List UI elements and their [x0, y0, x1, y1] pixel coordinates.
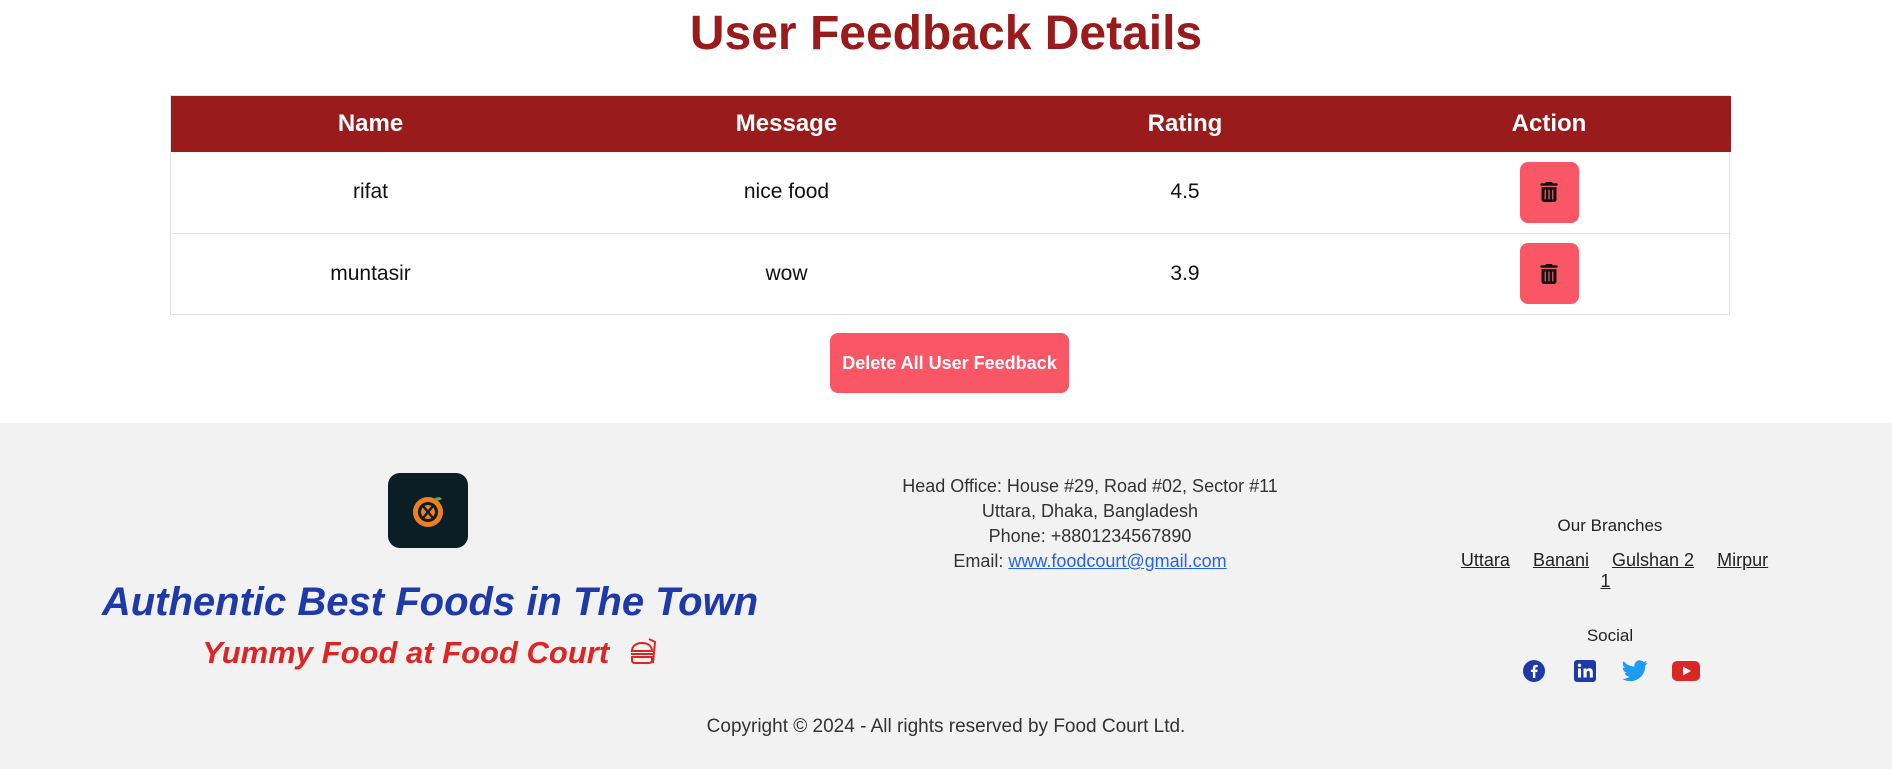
phone: Phone: +8801234567890	[988, 526, 1192, 546]
table-header: Name Message Rating Action	[171, 96, 1731, 152]
header-action: Action	[1511, 110, 1587, 137]
delete-feedback-button[interactable]	[1519, 161, 1579, 223]
social-title: Social	[1586, 626, 1634, 645]
subtagline: Yummy Food at Food Court	[202, 635, 610, 670]
linkedin-icon[interactable]	[1571, 657, 1599, 685]
cell-name: rifat	[352, 180, 388, 204]
subtagline-row: Yummy Food at Food Court	[0, 633, 860, 673]
cell-message: wow	[765, 261, 808, 285]
delete-feedback-button[interactable]	[1519, 243, 1579, 305]
table-row: muntasir wow 3.9	[171, 233, 1731, 314]
email-label: Email:	[953, 551, 1009, 571]
fast-food-icon	[630, 638, 656, 664]
branch-link-banani[interactable]: Banani	[1533, 550, 1589, 570]
cell-action	[1367, 152, 1731, 233]
cell-message: nice food	[743, 180, 830, 204]
table-row: rifat nice food 4.5	[171, 152, 1731, 233]
cell-rating: 4.5	[1170, 180, 1200, 204]
feedback-table: Name Message Rating Action rifat nice fo…	[170, 95, 1731, 315]
address-line-2: Uttara, Dhaka, Bangladesh	[981, 501, 1199, 521]
copyright: Copyright © 2024 - All rights reserved b…	[706, 716, 1186, 737]
tagline: Authentic Best Foods in The Town	[101, 580, 759, 624]
header-message: Message	[735, 110, 838, 137]
header-rating: Rating	[1147, 110, 1223, 137]
delete-all-feedback-button[interactable]: Delete All User Feedback	[830, 333, 1069, 393]
branches-list: Uttara Banani Gulshan 2 Mirpur 1	[1440, 550, 1780, 592]
logo-icon	[413, 496, 443, 527]
email-link[interactable]: www.foodcourt@gmail.com	[1008, 551, 1226, 571]
page-title: User Feedback Details	[689, 7, 1203, 60]
food-court-logo	[388, 473, 468, 548]
cell-action	[1367, 233, 1731, 314]
email-row: Email: www.foodcourt@gmail.com	[840, 549, 1340, 574]
social-links	[1520, 657, 1700, 685]
branches-title: Our Branches	[1557, 516, 1663, 535]
youtube-icon[interactable]	[1671, 657, 1700, 685]
contact-info: Head Office: House #29, Road #02, Sector…	[840, 474, 1340, 574]
twitter-icon[interactable]	[1621, 657, 1649, 685]
address-line-1: Head Office: House #29, Road #02, Sector…	[902, 476, 1278, 496]
page: User Feedback Details Name Message Ratin…	[0, 0, 1892, 769]
branch-link-gulshan-2[interactable]: Gulshan 2	[1612, 550, 1694, 570]
header-name: Name	[337, 110, 404, 137]
branch-link-uttara[interactable]: Uttara	[1461, 550, 1510, 570]
footer: Authentic Best Foods in The Town Yummy F…	[0, 423, 1892, 769]
facebook-icon[interactable]	[1520, 657, 1548, 685]
trash-icon	[1540, 263, 1558, 284]
trash-icon	[1540, 182, 1558, 203]
cell-name: muntasir	[330, 261, 411, 285]
cell-rating: 3.9	[1170, 261, 1200, 285]
